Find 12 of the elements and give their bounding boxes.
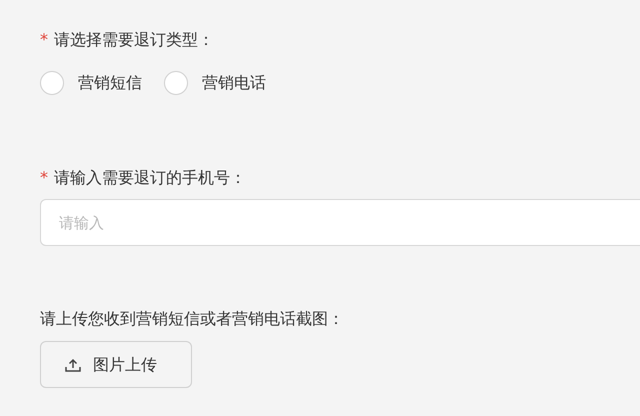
required-mark: * [40, 167, 48, 189]
field-label: 请上传您收到营销短信或者营销电话截图： [40, 308, 345, 330]
radio-button[interactable] [164, 71, 188, 95]
field-label: 请选择需要退订类型： [54, 29, 214, 51]
phone-input-field[interactable]: 请输入 [40, 199, 640, 246]
radio-option[interactable]: 营销短信 [40, 71, 142, 95]
radio-button[interactable] [40, 71, 64, 95]
required-mark: * [40, 29, 48, 51]
field-label: 请输入需要退订的手机号： [54, 167, 246, 189]
radio-option[interactable]: 营销电话 [164, 71, 266, 95]
upload-button[interactable]: 图片上传 [40, 341, 192, 388]
upload-icon [65, 358, 81, 372]
